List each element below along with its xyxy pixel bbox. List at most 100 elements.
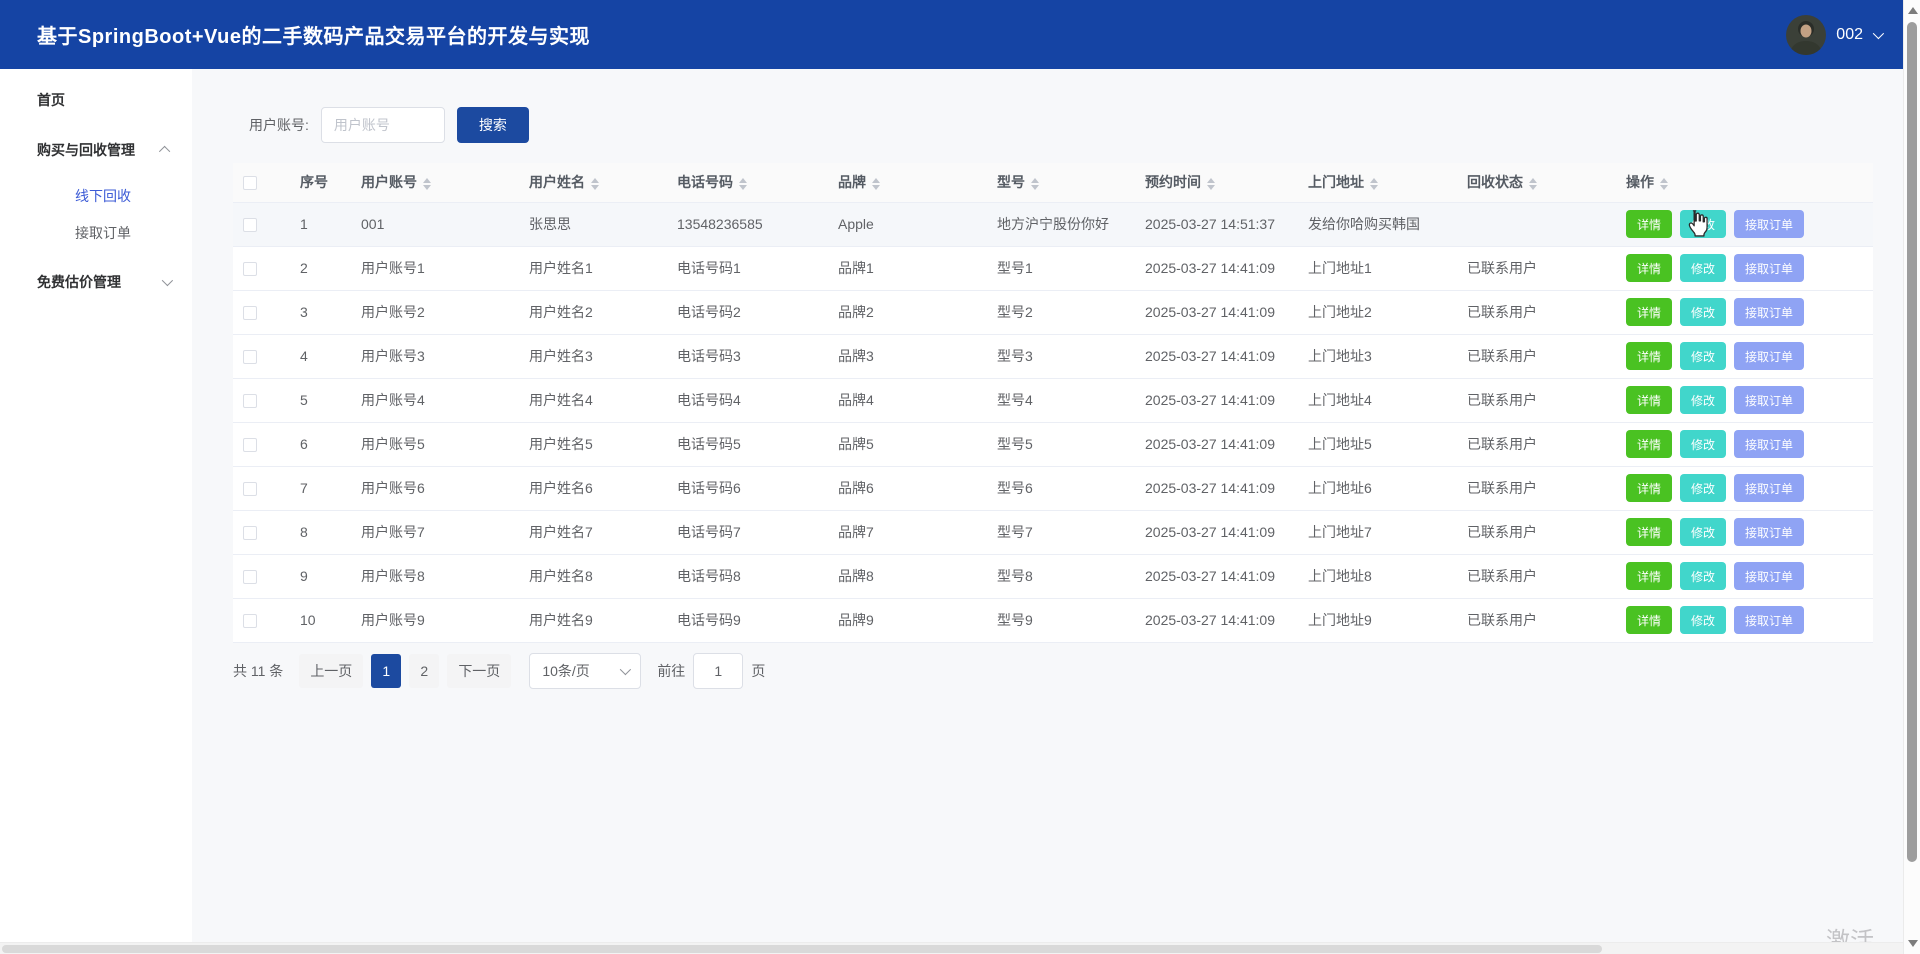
row-action-detail-button[interactable]: 详情: [1626, 254, 1672, 282]
row-action-detail-button[interactable]: 详情: [1626, 298, 1672, 326]
sort-asc-icon[interactable]: [1370, 178, 1378, 183]
row-checkbox[interactable]: [243, 570, 257, 584]
sort-asc-icon[interactable]: [1660, 178, 1668, 183]
goto-page-input[interactable]: [693, 653, 743, 689]
search-button[interactable]: 搜索: [457, 107, 529, 143]
row-action-take-order-button[interactable]: 接取订单: [1734, 210, 1804, 238]
sort-desc-icon[interactable]: [739, 185, 747, 190]
row-action-detail-button[interactable]: 详情: [1626, 430, 1672, 458]
row-action-take-order-button[interactable]: 接取订单: [1734, 298, 1804, 326]
row-action-detail-button[interactable]: 详情: [1626, 606, 1672, 634]
sort-desc-icon[interactable]: [1660, 185, 1668, 190]
row-checkbox[interactable]: [243, 526, 257, 540]
sort-icon[interactable]: [1031, 178, 1039, 190]
row-checkbox[interactable]: [243, 218, 257, 232]
avatar[interactable]: [1786, 15, 1826, 55]
column-header-actions[interactable]: 操作: [1616, 163, 1873, 202]
row-action-detail-button[interactable]: 详情: [1626, 474, 1672, 502]
row-action-detail-button[interactable]: 详情: [1626, 342, 1672, 370]
column-header-phone[interactable]: 电话号码: [667, 163, 828, 202]
sort-icon[interactable]: [739, 178, 747, 190]
sort-icon[interactable]: [423, 178, 431, 190]
user-menu[interactable]: 002: [1786, 15, 1881, 55]
sort-desc-icon[interactable]: [1031, 185, 1039, 190]
row-checkbox[interactable]: [243, 306, 257, 320]
row-action-edit-button[interactable]: 修改: [1680, 562, 1726, 590]
scroll-down-arrow-icon[interactable]: [1908, 940, 1918, 947]
page-button-2[interactable]: 2: [409, 654, 439, 688]
column-header-brand[interactable]: 品牌: [828, 163, 987, 202]
column-header-model[interactable]: 型号: [987, 163, 1135, 202]
cell-phone: 电话号码7: [667, 510, 828, 554]
row-action-detail-button[interactable]: 详情: [1626, 210, 1672, 238]
sort-asc-icon[interactable]: [1031, 178, 1039, 183]
row-action-take-order-button[interactable]: 接取订单: [1734, 518, 1804, 546]
sort-icon[interactable]: [872, 178, 880, 190]
row-action-edit-button[interactable]: 修改: [1680, 210, 1726, 238]
sidebar-item-home[interactable]: 首页: [0, 75, 192, 125]
page-button-1[interactable]: 1: [371, 654, 401, 688]
row-action-take-order-button[interactable]: 接取订单: [1734, 474, 1804, 502]
row-checkbox[interactable]: [243, 614, 257, 628]
row-checkbox[interactable]: [243, 262, 257, 276]
column-header-account[interactable]: 用户账号: [351, 163, 519, 202]
sort-icon[interactable]: [1370, 178, 1378, 190]
row-checkbox[interactable]: [243, 438, 257, 452]
scroll-up-arrow-icon[interactable]: [1908, 7, 1918, 14]
sort-desc-icon[interactable]: [1207, 185, 1215, 190]
horizontal-scrollbar[interactable]: [0, 942, 1903, 954]
row-action-detail-button[interactable]: 详情: [1626, 562, 1672, 590]
sort-desc-icon[interactable]: [591, 185, 599, 190]
row-action-take-order-button[interactable]: 接取订单: [1734, 254, 1804, 282]
row-checkbox[interactable]: [243, 482, 257, 496]
sort-desc-icon[interactable]: [1529, 185, 1537, 190]
sort-asc-icon[interactable]: [1529, 178, 1537, 183]
horizontal-scrollbar-thumb[interactable]: [2, 945, 1602, 953]
sort-asc-icon[interactable]: [423, 178, 431, 183]
row-action-take-order-button[interactable]: 接取订单: [1734, 342, 1804, 370]
search-input[interactable]: [321, 107, 445, 143]
row-action-take-order-button[interactable]: 接取订单: [1734, 386, 1804, 414]
column-header-address[interactable]: 上门地址: [1298, 163, 1457, 202]
row-action-take-order-button[interactable]: 接取订单: [1734, 562, 1804, 590]
column-header-name[interactable]: 用户姓名: [519, 163, 667, 202]
row-action-take-order-button[interactable]: 接取订单: [1734, 430, 1804, 458]
sort-icon[interactable]: [591, 178, 599, 190]
next-page-button[interactable]: 下一页: [447, 654, 511, 688]
row-action-edit-button[interactable]: 修改: [1680, 254, 1726, 282]
sort-desc-icon[interactable]: [1370, 185, 1378, 190]
sort-asc-icon[interactable]: [591, 178, 599, 183]
vertical-scrollbar-thumb[interactable]: [1907, 22, 1917, 862]
prev-page-button[interactable]: 上一页: [299, 654, 363, 688]
row-checkbox[interactable]: [243, 350, 257, 364]
vertical-scrollbar[interactable]: [1903, 0, 1920, 954]
row-action-edit-button[interactable]: 修改: [1680, 518, 1726, 546]
row-action-edit-button[interactable]: 修改: [1680, 430, 1726, 458]
sort-asc-icon[interactable]: [872, 178, 880, 183]
row-action-edit-button[interactable]: 修改: [1680, 606, 1726, 634]
cell-phone: 电话号码3: [667, 334, 828, 378]
sort-desc-icon[interactable]: [872, 185, 880, 190]
sidebar-item-offline-recycle[interactable]: 线下回收: [0, 177, 192, 214]
column-header-time[interactable]: 预约时间: [1135, 163, 1298, 202]
sort-icon[interactable]: [1207, 178, 1215, 190]
select-all-checkbox[interactable]: [243, 176, 257, 190]
row-checkbox[interactable]: [243, 394, 257, 408]
row-action-edit-button[interactable]: 修改: [1680, 298, 1726, 326]
page-size-select[interactable]: 10条/页: [529, 653, 641, 689]
sort-desc-icon[interactable]: [423, 185, 431, 190]
sidebar-item-purchase-recycle-management[interactable]: 购买与回收管理: [0, 125, 192, 175]
row-action-detail-button[interactable]: 详情: [1626, 386, 1672, 414]
sort-icon[interactable]: [1529, 178, 1537, 190]
row-action-edit-button[interactable]: 修改: [1680, 386, 1726, 414]
column-header-status[interactable]: 回收状态: [1457, 163, 1616, 202]
row-action-edit-button[interactable]: 修改: [1680, 474, 1726, 502]
sort-asc-icon[interactable]: [1207, 178, 1215, 183]
row-action-detail-button[interactable]: 详情: [1626, 518, 1672, 546]
sidebar-item-take-orders[interactable]: 接取订单: [0, 214, 192, 251]
sort-asc-icon[interactable]: [739, 178, 747, 183]
row-action-take-order-button[interactable]: 接取订单: [1734, 606, 1804, 634]
sort-icon[interactable]: [1660, 178, 1668, 190]
sidebar-item-free-valuation-management[interactable]: 免费估价管理: [0, 257, 192, 307]
row-action-edit-button[interactable]: 修改: [1680, 342, 1726, 370]
